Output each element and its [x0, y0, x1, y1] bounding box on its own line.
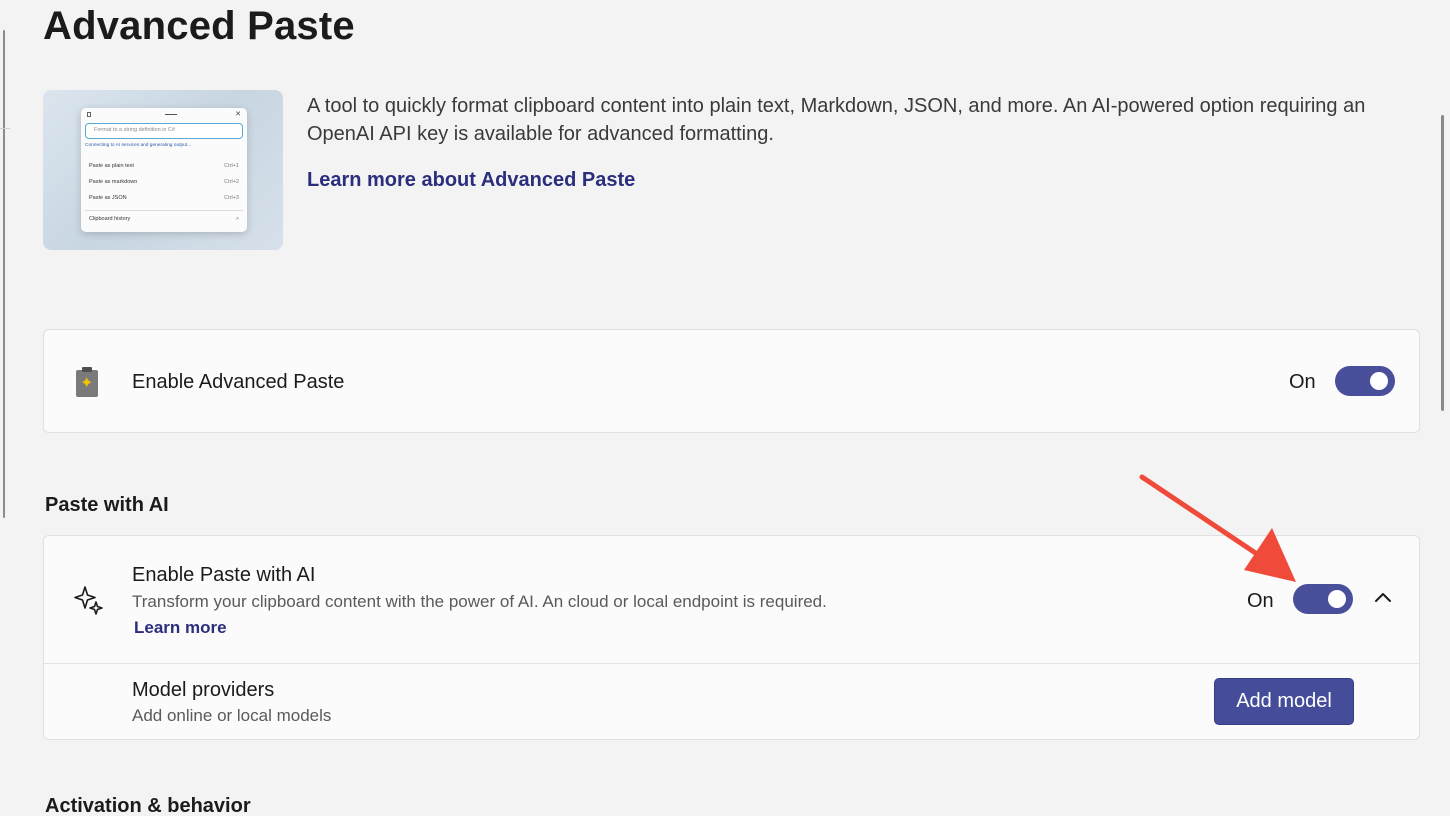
toggle-state-label: On	[1289, 371, 1316, 393]
learn-more-advanced-paste-link[interactable]: Learn more about Advanced Paste	[307, 169, 635, 192]
clipboard-sparkle-icon: ✦	[76, 367, 98, 397]
list-item-shortcut: Ctrl+2	[224, 179, 239, 185]
preview-status: Connecting to AI services and generating…	[85, 143, 192, 148]
list-item: Paste as markdown Ctrl+2	[85, 174, 243, 190]
list-item: Paste as JSON Ctrl+3	[85, 190, 243, 206]
list-item-label: Clipboard history	[89, 216, 131, 222]
preview-titlebar: ✕	[87, 111, 241, 119]
preview-window: ✕ Format to a string definition in C# Co…	[81, 108, 247, 232]
list-item-shortcut: Ctrl+3	[224, 195, 239, 201]
enable-advanced-paste-toggle[interactable]	[1335, 366, 1395, 396]
list-item: Paste as plain text Ctrl+1	[85, 158, 243, 174]
preview-search-input: Format to a string definition in C#	[85, 123, 243, 139]
list-item-shortcut: Ctrl+1	[224, 163, 239, 169]
chevron-up-icon[interactable]	[1371, 586, 1395, 610]
enable-advanced-paste-label: Enable Advanced Paste	[132, 371, 345, 393]
sparkle-icon	[74, 586, 103, 615]
card-divider	[44, 663, 1419, 664]
list-item-label: Paste as plain text	[89, 163, 134, 169]
pane-divider	[0, 128, 10, 129]
close-icon: ✕	[235, 111, 241, 118]
toggle-knob	[1328, 590, 1346, 608]
model-providers-description: Add online or local models	[132, 706, 332, 725]
model-providers-label: Model providers	[132, 679, 275, 701]
annotation-arrow-icon	[1139, 474, 1296, 582]
enable-paste-with-ai-label: Enable Paste with AI	[132, 564, 316, 586]
enable-paste-with-ai-description: Transform your clipboard content with th…	[132, 592, 827, 611]
enable-advanced-paste-card: ✦ Enable Advanced Paste On	[43, 329, 1420, 433]
list-item-label: Paste as JSON	[89, 195, 127, 201]
list-item-label: Paste as markdown	[89, 179, 138, 185]
intro-description: A tool to quickly format clipboard conte…	[307, 95, 1366, 145]
clipboard-icon	[87, 112, 91, 117]
vertical-scrollbar[interactable]	[1441, 115, 1444, 411]
add-model-button[interactable]: Add model	[1214, 678, 1354, 725]
preview-list: Paste as plain text Ctrl+1 Paste as mark…	[85, 158, 243, 226]
left-pane-scrollbar[interactable]	[3, 30, 5, 518]
page-title: Advanced Paste	[43, 4, 355, 48]
list-item: Clipboard history >	[85, 210, 243, 226]
toggle-knob	[1370, 372, 1388, 390]
chevron-right-icon: >	[235, 216, 239, 222]
section-header-activation-behavior: Activation & behavior	[45, 795, 251, 816]
learn-more-link[interactable]: Learn more	[134, 618, 227, 638]
section-header-paste-with-ai: Paste with AI	[45, 494, 169, 516]
drag-handle-icon	[165, 114, 177, 115]
hero-image: ✕ Format to a string definition in C# Co…	[43, 90, 283, 250]
